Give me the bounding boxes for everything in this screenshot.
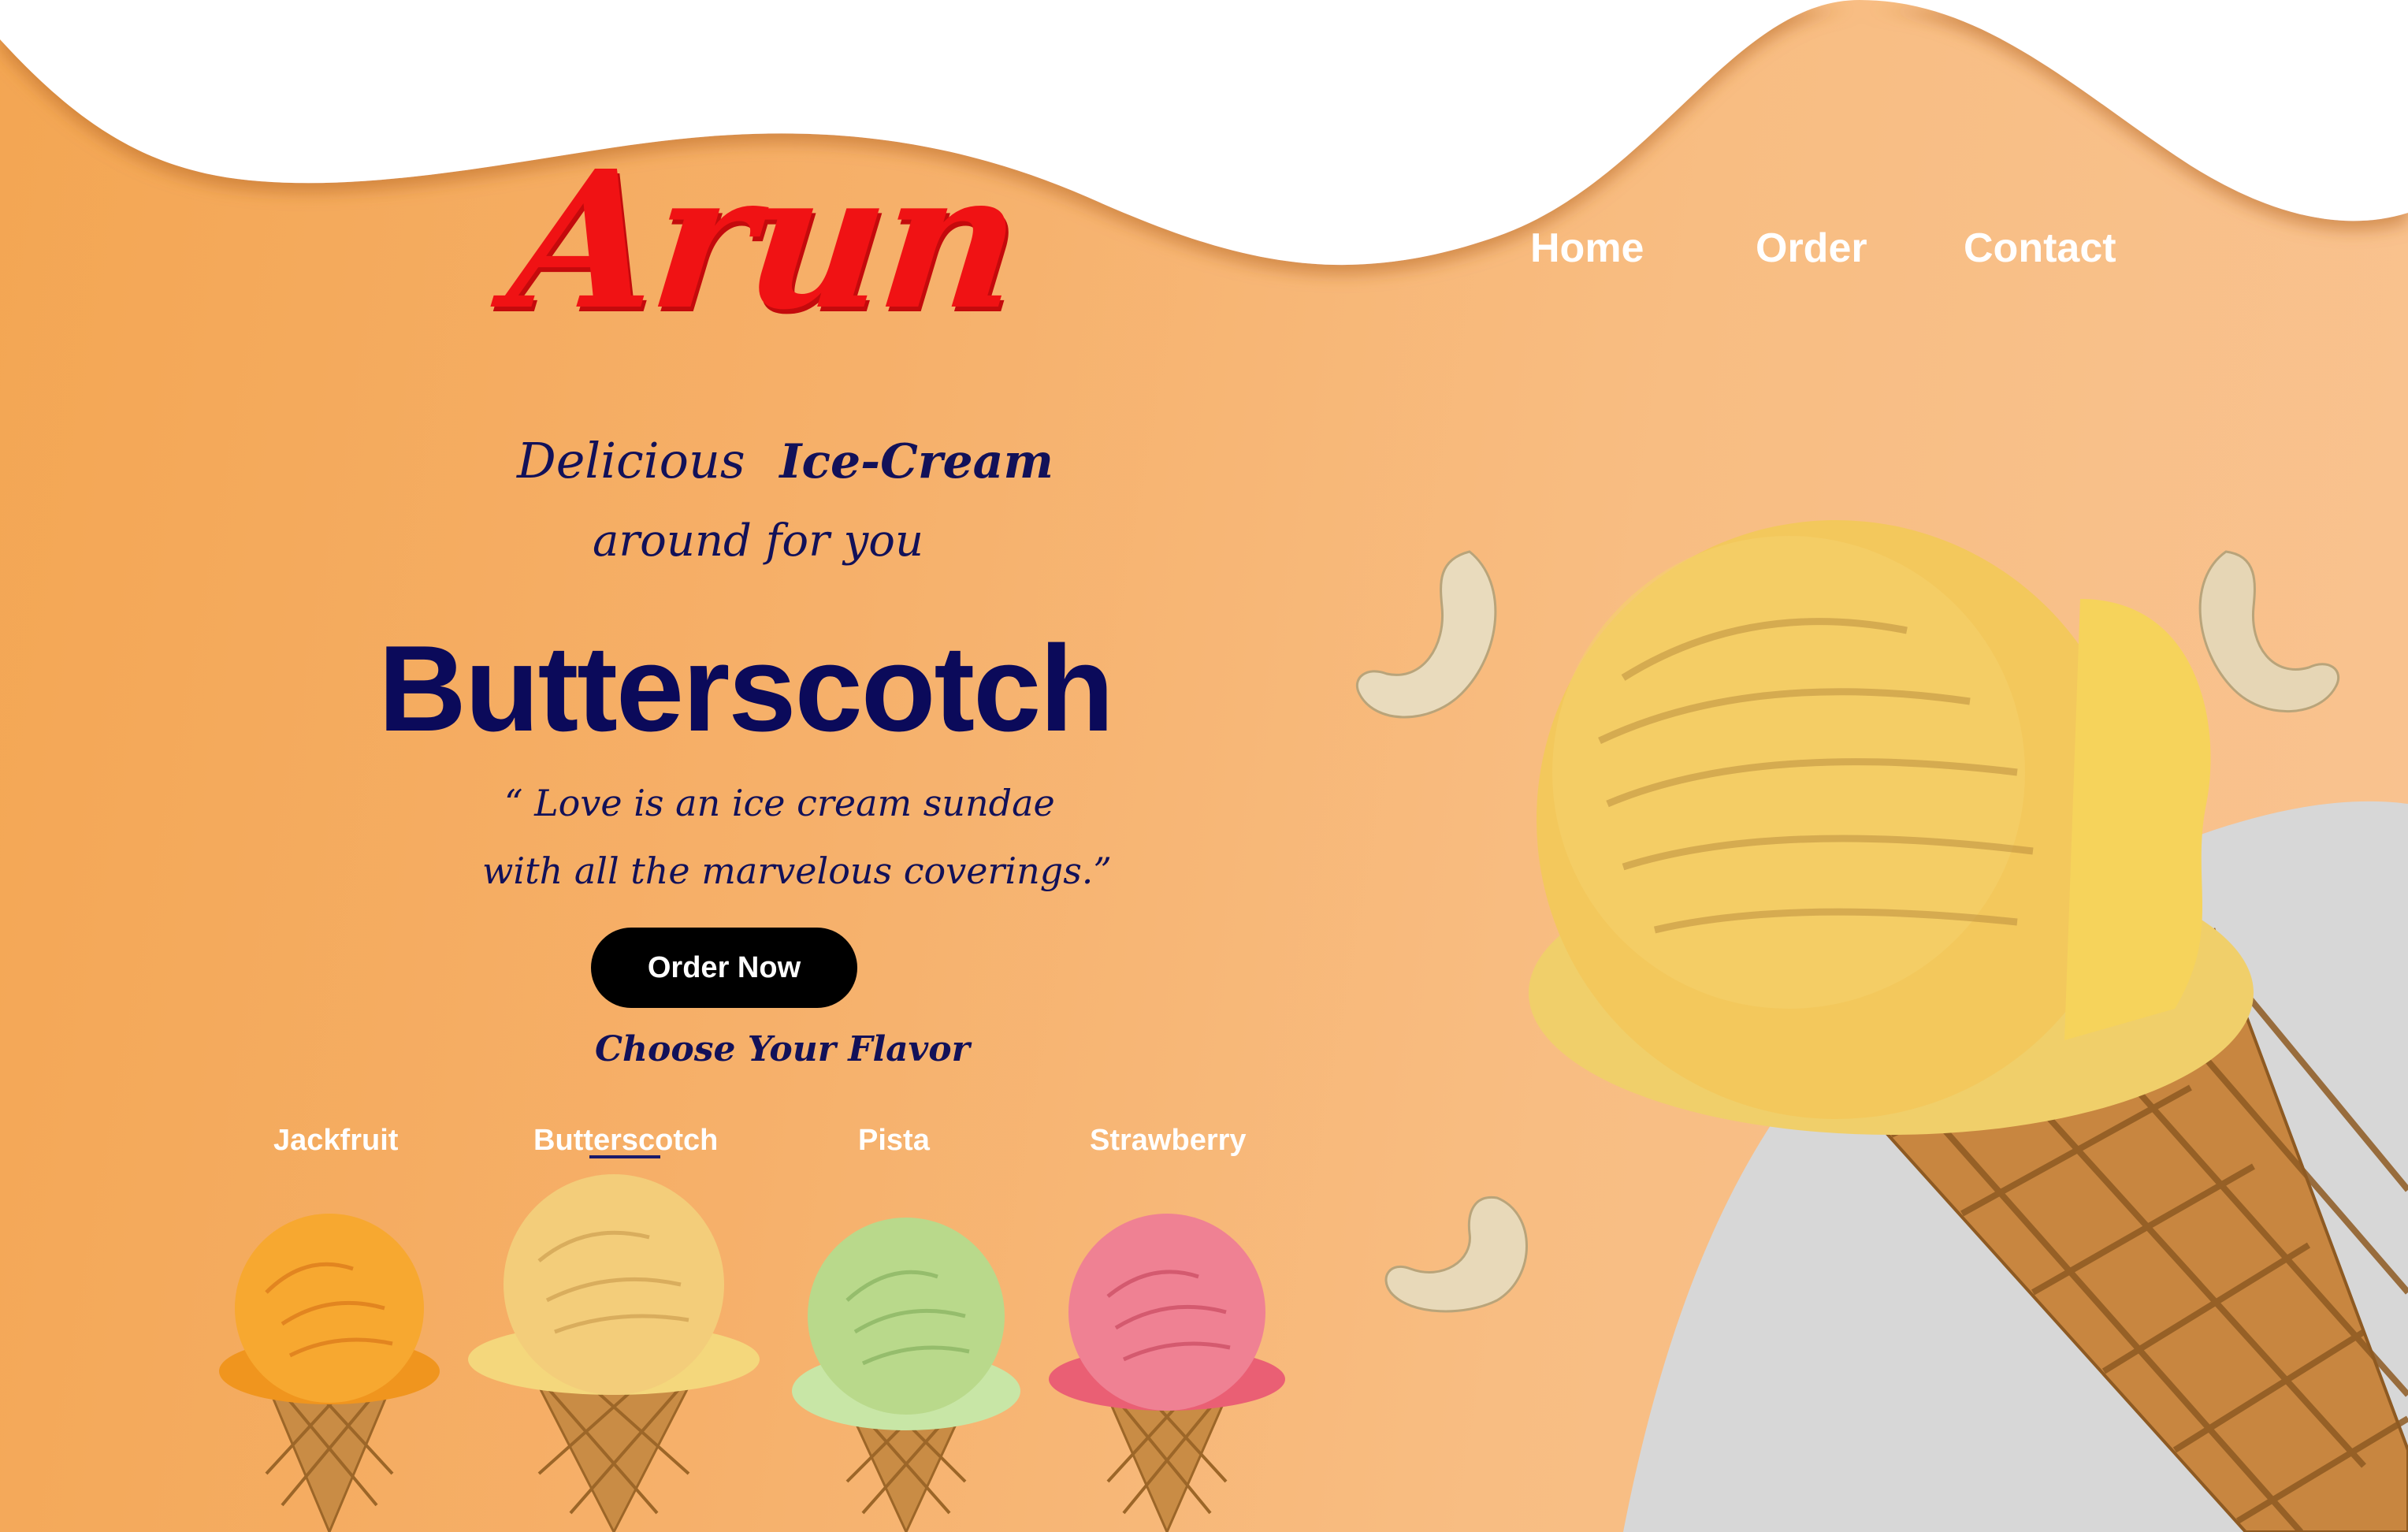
cashew-image-left (1351, 536, 1509, 729)
tagline-line-1: Delicious Ice-Cream (517, 432, 1054, 489)
tagline-delicious: Delicious (517, 432, 745, 489)
quote-line-2: with all the marvelous coverings.” (482, 850, 1112, 892)
choose-flavor-label: Choose Your Flavor (595, 1029, 970, 1069)
tagline-ice-cream: Ice-Cream (779, 434, 1054, 489)
jackfruit-cone-image[interactable] (211, 1206, 448, 1532)
strawberry-cone-image[interactable] (1045, 1214, 1289, 1532)
nav-contact-link[interactable]: Contact (1964, 225, 2116, 272)
order-now-button[interactable]: Order Now (591, 928, 857, 1008)
landing-page: Arun Home Order Contact Delicious Ice-Cr… (0, 0, 2408, 1532)
flavor-tab-strawberry[interactable]: Strawberry (1090, 1124, 1247, 1158)
flavor-tab-jackfruit[interactable]: Jackfruit (273, 1124, 398, 1158)
cashew-image-right (2187, 540, 2344, 725)
flavor-tab-pista[interactable]: Pista (858, 1124, 930, 1158)
brand-logo[interactable]: Arun (500, 129, 1026, 351)
butterscotch-cone-image[interactable] (460, 1174, 767, 1532)
nav-home-link[interactable]: Home (1530, 225, 1644, 272)
tagline-line-2: around for you (593, 515, 924, 567)
selected-flavor-underline (589, 1155, 660, 1158)
quote-line-1: “ Love is an ice cream sundae (504, 782, 1055, 824)
cashew-image-bottom (1379, 1190, 1537, 1320)
flavor-tab-butterscotch[interactable]: Butterscotch (533, 1124, 718, 1158)
current-flavor-title: Butterscotch (378, 620, 1114, 757)
nav-order-link[interactable]: Order (1756, 225, 1867, 272)
pista-cone-image[interactable] (788, 1214, 1024, 1532)
